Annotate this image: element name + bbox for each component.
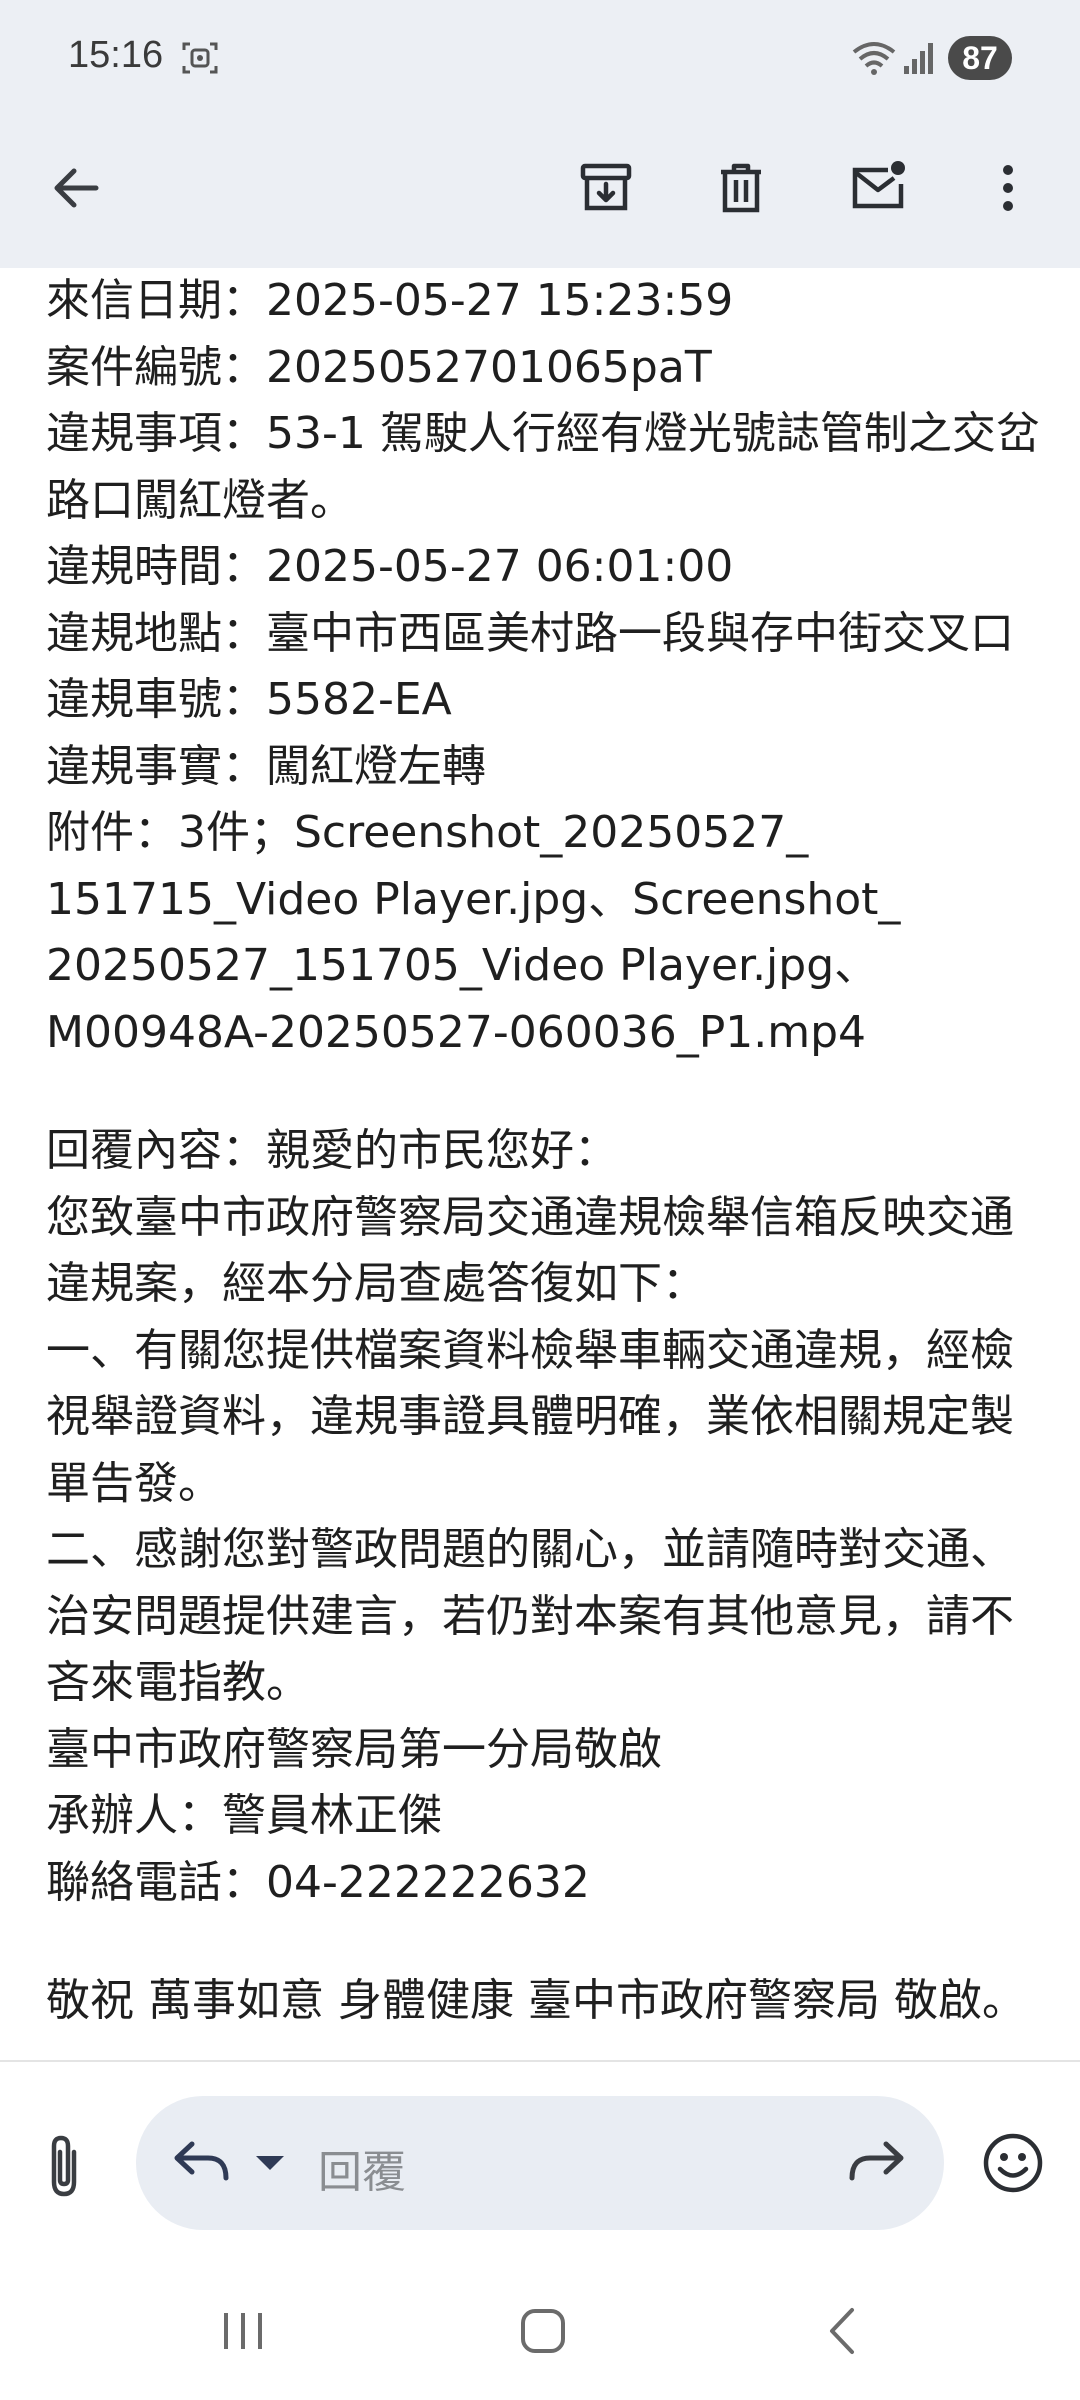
case-number: 案件編號：2025052701065paT: [46, 341, 712, 393]
email-toolbar: [0, 118, 1080, 268]
mark-unread-icon: [852, 161, 905, 209]
more-icon: [1003, 165, 1013, 211]
back-icon[interactable]: [822, 2306, 862, 2356]
attachments-cont-3: M00948A-20250527-060036_P1.mp4: [46, 1006, 867, 1058]
more-options-button[interactable]: [968, 148, 1048, 228]
reply-options-icon[interactable]: [252, 2150, 288, 2176]
back-button[interactable]: [36, 148, 116, 228]
violation-time: 違規時間：2025-05-27 06:01:00: [46, 541, 734, 592]
reply-paragraph: 違規案，經本分局查處答復如下：: [46, 1258, 706, 1309]
back-arrow-icon: [54, 168, 99, 208]
reply-paragraph: 一、有關您提供檔案資料檢舉車輛交通違規，經檢: [46, 1324, 1014, 1376]
reply-paragraph: 單告發。: [46, 1457, 222, 1509]
attachments-cont-1: 151715_Video Player.jpg、Screenshot_: [46, 873, 901, 925]
attachments-cont-2: 20250527_151705_Video Player.jpg、: [46, 940, 879, 991]
reply-placeholder: 回覆: [318, 2147, 406, 2198]
wifi-icon: [852, 42, 896, 75]
signal-icon: [904, 43, 933, 74]
screenshot-icon: [182, 42, 218, 74]
recent-apps-icon[interactable]: [218, 2308, 268, 2354]
delete-button[interactable]: [701, 148, 781, 228]
forward-icon[interactable]: [846, 2136, 906, 2188]
mark-unread-button[interactable]: [838, 148, 918, 228]
attachments: 附件：3件；Screenshot_20250527_: [46, 807, 809, 858]
home-icon[interactable]: [518, 2306, 568, 2356]
email-body: 來信日期：2025-05-27 15:23:59 案件編號：2025052701…: [46, 268, 1046, 2035]
attach-icon[interactable]: [34, 2130, 94, 2202]
reply-signature: 臺中市政府警察局第一分局敬啟: [46, 1723, 662, 1775]
contact-phone: 聯絡電話：04-222222632: [46, 1856, 590, 1908]
violation-fact: 違規事實：闖紅燈左轉: [46, 740, 486, 792]
reply-paragraph: 二、感謝您對警政問題的關心，並請隨時對交通、: [46, 1524, 1014, 1575]
archive-icon: [580, 163, 632, 211]
violation-location: 違規地點：臺中市西區美村路一段與存中街交叉口: [46, 607, 1014, 659]
archive-button[interactable]: [566, 148, 646, 228]
emoji-icon[interactable]: [982, 2132, 1044, 2194]
closing-line: 敬祝 萬事如意 身體健康 臺中市政府警察局 敬啟。: [46, 1975, 1026, 2026]
violation-item: 違規事項：53-1 駕駛人行經有燈光號誌管制之交岔: [46, 408, 1040, 459]
plate-number: 違規車號：5582-EA: [46, 674, 452, 725]
battery-indicator: 87: [948, 36, 1012, 80]
violation-item-cont: 路口闖紅燈者。: [46, 474, 354, 526]
reply-paragraph: 吝來電指教。: [46, 1657, 310, 1708]
reply-paragraph: 治安問題提供建言，若仍對本案有其他意見，請不: [46, 1590, 1014, 1642]
reply-paragraph: 您致臺中市政府警察局交通違規檢舉信箱反映交通: [46, 1191, 1014, 1243]
received-date: 來信日期：2025-05-27 15:23:59: [46, 275, 734, 326]
delete-icon: [721, 163, 761, 213]
officer-in-charge: 承辦人：警員林正傑: [46, 1790, 442, 1841]
status-bar: 15:16 87: [0, 0, 1080, 118]
status-time: 15:16: [68, 34, 164, 76]
reply-icon[interactable]: [172, 2136, 232, 2188]
reply-greeting: 回覆內容：親愛的市民您好：: [46, 1125, 618, 1176]
reply-paragraph: 視舉證資料，違規事證具體明確，業依相關規定製: [46, 1391, 1014, 1442]
